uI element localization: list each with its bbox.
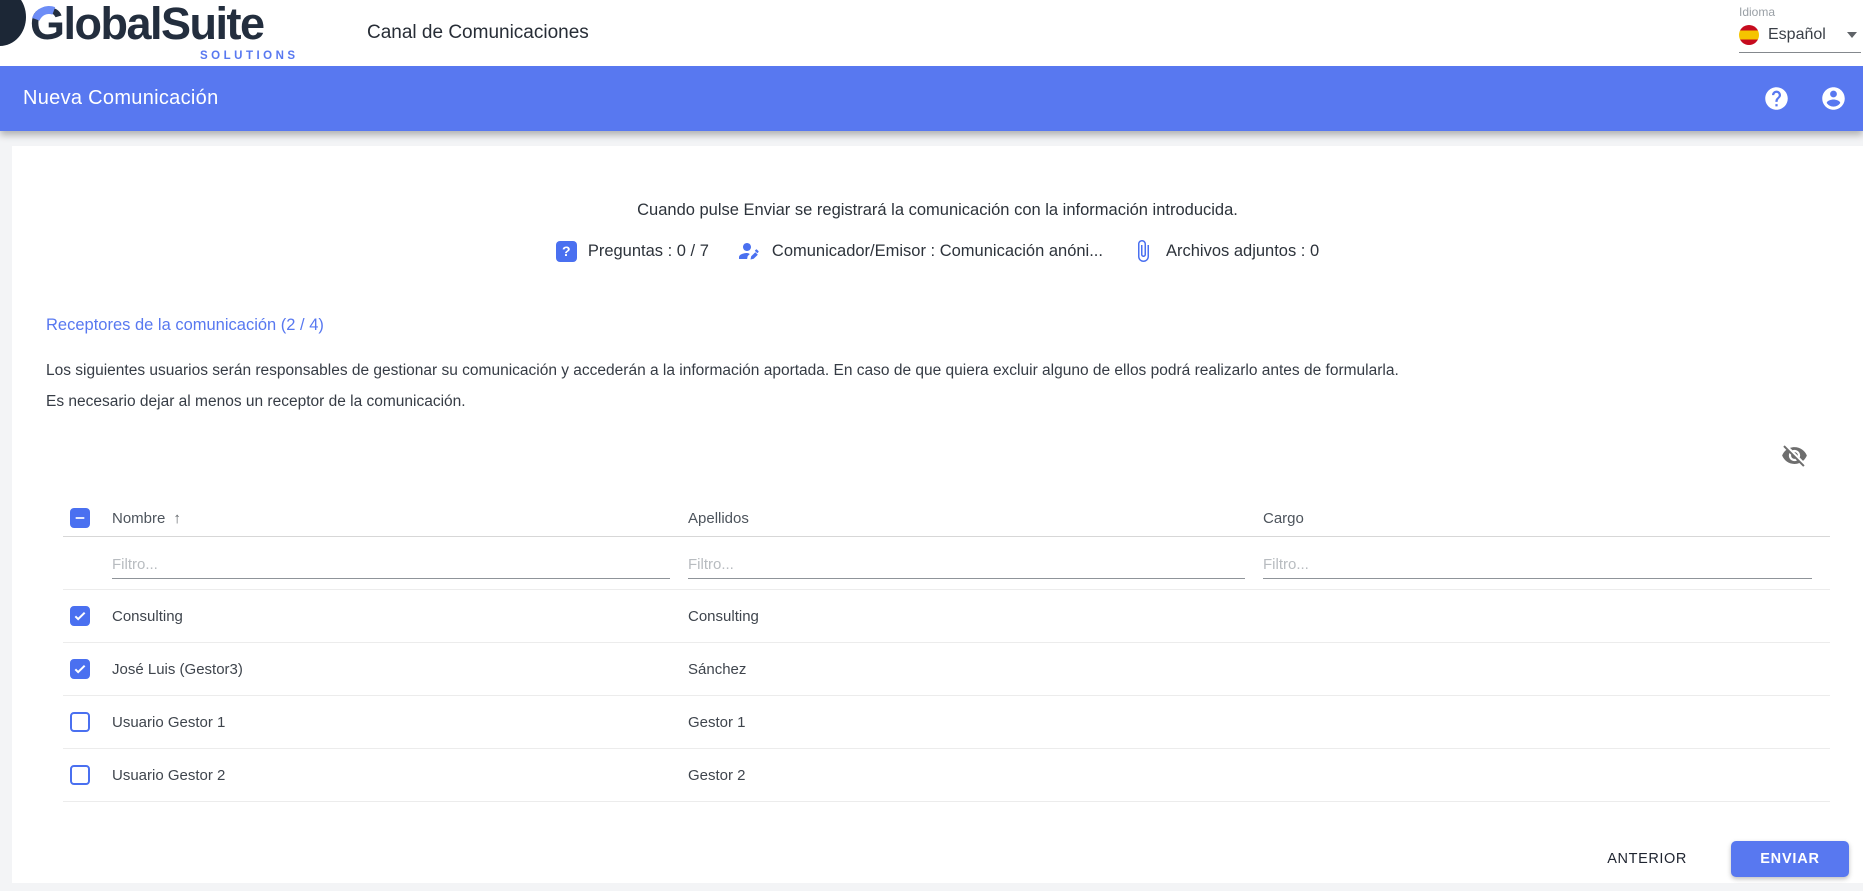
receptors-table: Nombre ↑ Apellidos Cargo [63,500,1830,802]
column-header-nombre[interactable]: Nombre ↑ [112,510,688,527]
appbar-icons [1763,66,1847,131]
corner-decoration [0,0,26,46]
logo-subtext: SOLUTIONS [200,50,299,62]
cell-apellidos: Consulting [688,608,1263,625]
filter-row-spacer [63,537,112,589]
appbar: Nueva Comunicación [0,66,1863,131]
language-label: Idioma [1739,5,1861,19]
table-filter-row [63,537,1830,590]
cell-nombre: José Luis (Gestor3) [112,661,688,678]
stat-adjuntos: Archivos adjuntos : 0 [1131,239,1319,263]
table-row[interactable]: Consulting Consulting [63,590,1830,643]
stat-label: Comunicador/Emisor : Comunicación anóni.… [772,242,1103,261]
paperclip-icon [1131,239,1155,263]
filter-input-cargo[interactable] [1263,550,1812,579]
cell-apellidos: Gestor 2 [688,767,1263,784]
spain-flag-icon [1739,25,1759,45]
stat-label: Archivos adjuntos : 0 [1166,242,1319,261]
column-header-cargo[interactable]: Cargo [1263,510,1830,527]
table-row[interactable]: José Luis (Gestor3) Sánchez [63,643,1830,696]
cell-nombre: Usuario Gestor 1 [112,714,688,731]
table-body: Consulting Consulting José Luis (Gestor3… [63,590,1830,802]
account-circle-icon[interactable] [1820,85,1847,112]
footer-actions: ANTERIOR ENVIAR [1597,841,1849,877]
globalsuite-logo: GlobalSuite SOLUTIONS [30,0,350,66]
row-checkbox[interactable] [70,606,90,626]
row-checkbox[interactable] [70,712,90,732]
cell-nombre: Usuario Gestor 2 [112,767,688,784]
column-header-apellidos[interactable]: Apellidos [688,510,1263,527]
stat-label: Preguntas : 0 / 7 [588,242,709,261]
language-block: Idioma Español [1739,5,1861,53]
row-checkbox[interactable] [70,659,90,679]
page-title: Canal de Comunicaciones [367,0,589,66]
table-row[interactable]: Usuario Gestor 2 Gestor 2 [63,749,1830,802]
language-select[interactable]: Español [1739,21,1861,53]
filter-input-apellidos[interactable] [688,550,1245,579]
receptores-section-link[interactable]: Receptores de la comunicación (2 / 4) [46,316,324,335]
column-label: Nombre [112,510,165,527]
row-checkbox[interactable] [70,765,90,785]
top-header: GlobalSuite SOLUTIONS Canal de Comunicac… [0,0,1863,66]
select-all-checkbox[interactable] [70,508,90,528]
enviar-button[interactable]: ENVIAR [1731,841,1849,877]
filter-input-nombre[interactable] [112,550,670,579]
receptores-description-1: Los siguientes usuarios serán responsabl… [46,362,1399,380]
language-value: Español [1768,26,1826,44]
column-label: Apellidos [688,510,749,527]
cell-nombre: Consulting [112,608,688,625]
caret-down-icon [1847,32,1857,38]
arrow-up-icon: ↑ [173,510,181,527]
appbar-title: Nueva Comunicación [23,66,219,131]
notice-text: Cuando pulse Enviar se registrará la com… [12,201,1863,220]
stat-comunicador: Comunicador/Emisor : Comunicación anóni.… [737,239,1103,263]
eye-off-icon[interactable] [1781,442,1808,474]
app-screen: GlobalSuite SOLUTIONS Canal de Comunicac… [0,0,1863,891]
help-icon[interactable] [1763,85,1790,112]
table-header-row: Nombre ↑ Apellidos Cargo [63,500,1830,537]
cell-apellidos: Sánchez [688,661,1263,678]
column-label: Cargo [1263,510,1304,527]
anterior-button[interactable]: ANTERIOR [1597,843,1697,875]
cell-apellidos: Gestor 1 [688,714,1263,731]
table-row[interactable]: Usuario Gestor 1 Gestor 1 [63,696,1830,749]
receptores-description-2: Es necesario dejar al menos un receptor … [46,393,466,411]
content-card: Cuando pulse Enviar se registrará la com… [12,146,1863,883]
stat-preguntas: Preguntas : 0 / 7 [556,241,709,262]
summary-stats: Preguntas : 0 / 7 Comunicador/Emisor : C… [12,239,1863,263]
person-edit-icon [737,239,761,263]
question-square-icon [556,241,577,262]
